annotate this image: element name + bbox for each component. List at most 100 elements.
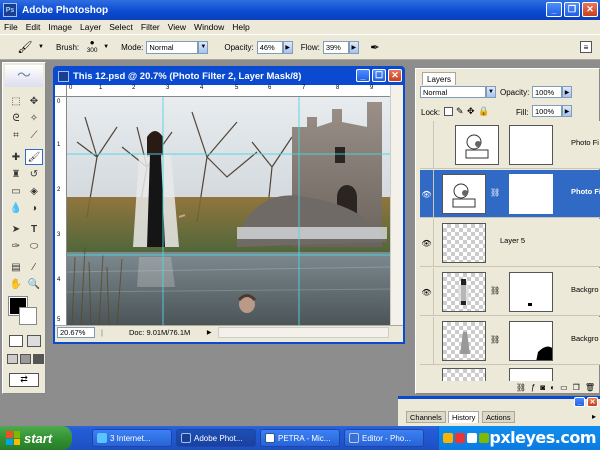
layer-row[interactable]: 👁 Layer 5	[420, 219, 600, 267]
healing-brush-tool-icon[interactable]: ✚	[7, 149, 25, 165]
document-maximize-button[interactable]: ☐	[372, 69, 386, 82]
airbrush-icon[interactable]: ✒	[367, 39, 383, 55]
quick-mask-mode-icon[interactable]	[27, 335, 41, 347]
lock-all-icon[interactable]: 🔒	[478, 106, 489, 117]
status-menu-arrow[interactable]: ▶	[204, 327, 214, 338]
mode-select[interactable]: Normal	[146, 40, 199, 54]
vertical-scrollbar[interactable]	[390, 85, 403, 325]
layer-row[interactable]: ⛓ Backgro	[420, 317, 600, 365]
menu-layer[interactable]: Layer	[76, 22, 105, 32]
layers-tab[interactable]: Layers	[422, 72, 457, 85]
flow-slider-arrow[interactable]: ▶	[348, 40, 359, 54]
tray-icon-1[interactable]	[443, 433, 453, 443]
history-brush-tool-icon[interactable]: ↺	[25, 166, 43, 182]
taskbar-item-word[interactable]: PETRA - Mic...	[260, 429, 340, 447]
new-group-icon[interactable]: ▭	[560, 383, 568, 392]
new-adjustment-layer-icon[interactable]: ◐	[550, 383, 555, 392]
menu-window[interactable]: Window	[190, 22, 228, 32]
ruler-origin[interactable]	[55, 85, 67, 97]
history-palette-close-button[interactable]: ✕	[587, 397, 598, 407]
layer-row-partial[interactable]	[420, 366, 600, 381]
document-close-button[interactable]: ✕	[388, 69, 402, 82]
brush-tool-preset-icon[interactable]: 🖌	[14, 38, 36, 56]
taskbar-item-editor[interactable]: Editor - Pho...	[344, 429, 424, 447]
standard-mode-icon[interactable]	[9, 335, 23, 347]
type-tool-icon[interactable]: T	[25, 221, 43, 237]
menu-file[interactable]: File	[0, 22, 22, 32]
pen-tool-icon[interactable]: ✑	[7, 238, 25, 254]
menu-help[interactable]: Help	[228, 22, 253, 32]
menu-select[interactable]: Select	[105, 22, 137, 32]
visibility-toggle[interactable]: 👁	[420, 268, 434, 316]
brush-tool-icon[interactable]: 🖌	[25, 149, 43, 165]
fill-field[interactable]: 100%	[532, 105, 562, 117]
palette-well-icon[interactable]: ≡	[580, 41, 592, 53]
menu-filter[interactable]: Filter	[137, 22, 164, 32]
fill-arrow[interactable]: ▶	[562, 105, 572, 117]
brush-picker[interactable]: ● 300	[83, 39, 101, 55]
vertical-ruler[interactable]: 0 1 2 3 4 5	[55, 97, 67, 325]
opacity-field[interactable]: 46%	[256, 40, 283, 54]
tab-actions[interactable]: Actions	[482, 411, 515, 423]
notes-tool-icon[interactable]: ▤	[7, 259, 25, 275]
jump-to-imageready-icon[interactable]: ⇄	[9, 373, 39, 387]
layer-style-icon[interactable]: ƒ	[531, 383, 535, 392]
magic-wand-tool-icon[interactable]: ✧	[25, 110, 43, 126]
background-color-swatch[interactable]	[19, 307, 37, 325]
blend-mode-dropdown-arrow[interactable]: ▼	[486, 86, 496, 98]
zoom-tool-icon[interactable]: 🔍	[25, 276, 43, 292]
document-title-bar[interactable]: This 12.psd @ 20.7% (Photo Filter 2, Lay…	[55, 68, 403, 85]
screen-mode-standard-icon[interactable]	[7, 354, 18, 364]
visibility-toggle[interactable]: 👁	[420, 219, 434, 267]
layer-row-selected[interactable]: 👁 ⛓ Photo Fi	[420, 170, 600, 218]
hand-tool-icon[interactable]: ✋	[7, 276, 25, 292]
slice-tool-icon[interactable]: ⟋	[25, 127, 43, 143]
maximize-button[interactable]: ❐	[564, 2, 580, 17]
mask-link-icon[interactable]: ⛓	[490, 335, 500, 344]
screen-mode-full-icon[interactable]	[33, 354, 44, 364]
history-palette-minimize-button[interactable]: _	[574, 397, 585, 407]
opacity-slider-arrow[interactable]: ▶	[282, 40, 293, 54]
start-button[interactable]: start	[0, 426, 72, 450]
screen-mode-full-menu-icon[interactable]	[20, 354, 31, 364]
shape-tool-icon[interactable]: ⬭	[25, 238, 43, 254]
brush-size-dropdown[interactable]: ▼	[101, 41, 111, 54]
tray-icon-4[interactable]	[479, 433, 489, 443]
tray-icon-3[interactable]	[467, 433, 477, 443]
mode-dropdown-arrow[interactable]: ▼	[198, 40, 209, 54]
image-canvas[interactable]	[67, 97, 390, 325]
layer-opacity-arrow[interactable]: ▶	[562, 86, 572, 98]
add-mask-icon[interactable]: ◙	[540, 383, 545, 392]
history-palette-menu-icon[interactable]: ▸	[592, 412, 596, 421]
tab-history[interactable]: History	[448, 411, 480, 423]
blend-mode-select[interactable]: Normal	[420, 86, 486, 98]
close-button[interactable]: ✕	[582, 2, 598, 17]
tab-channels[interactable]: Channels	[406, 411, 446, 423]
lasso-tool-icon[interactable]: ᘓ	[7, 110, 25, 126]
horizontal-scrollbar[interactable]	[218, 327, 389, 338]
layer-row[interactable]: Photo Fi	[420, 121, 600, 169]
taskbar-item-internet-explorer[interactable]: 3 Internet...	[92, 429, 172, 447]
move-tool-icon[interactable]: ✥	[25, 93, 43, 109]
lock-position-icon[interactable]: ✥	[467, 106, 475, 117]
layer-opacity-field[interactable]: 100%	[532, 86, 562, 98]
menu-edit[interactable]: Edit	[22, 22, 45, 32]
visibility-toggle[interactable]: 👁	[420, 170, 434, 218]
minimize-button[interactable]: _	[546, 2, 562, 17]
flow-field[interactable]: 39%	[322, 40, 349, 54]
document-minimize-button[interactable]: _	[356, 69, 370, 82]
horizontal-ruler[interactable]: 0 1 2 3 4 5 6 7 8 9	[67, 85, 390, 97]
tool-preset-dropdown[interactable]: ▼	[36, 41, 46, 54]
dodge-tool-icon[interactable]: ◑	[25, 200, 43, 216]
blur-tool-icon[interactable]: 💧	[7, 200, 25, 216]
path-selection-tool-icon[interactable]: ➤	[7, 221, 25, 237]
delete-layer-icon[interactable]: 🗑	[585, 383, 595, 392]
lock-image-icon[interactable]: ✎	[456, 106, 464, 117]
marquee-tool-icon[interactable]: ⬚	[7, 93, 25, 109]
menu-image[interactable]: Image	[44, 22, 76, 32]
zoom-field[interactable]: 20.67%	[57, 327, 95, 338]
menu-view[interactable]: View	[164, 22, 190, 32]
taskbar-item-photoshop[interactable]: Adobe Phot...	[176, 429, 256, 447]
eraser-tool-icon[interactable]: ▭	[7, 183, 25, 199]
paint-bucket-tool-icon[interactable]: ◈	[25, 183, 43, 199]
